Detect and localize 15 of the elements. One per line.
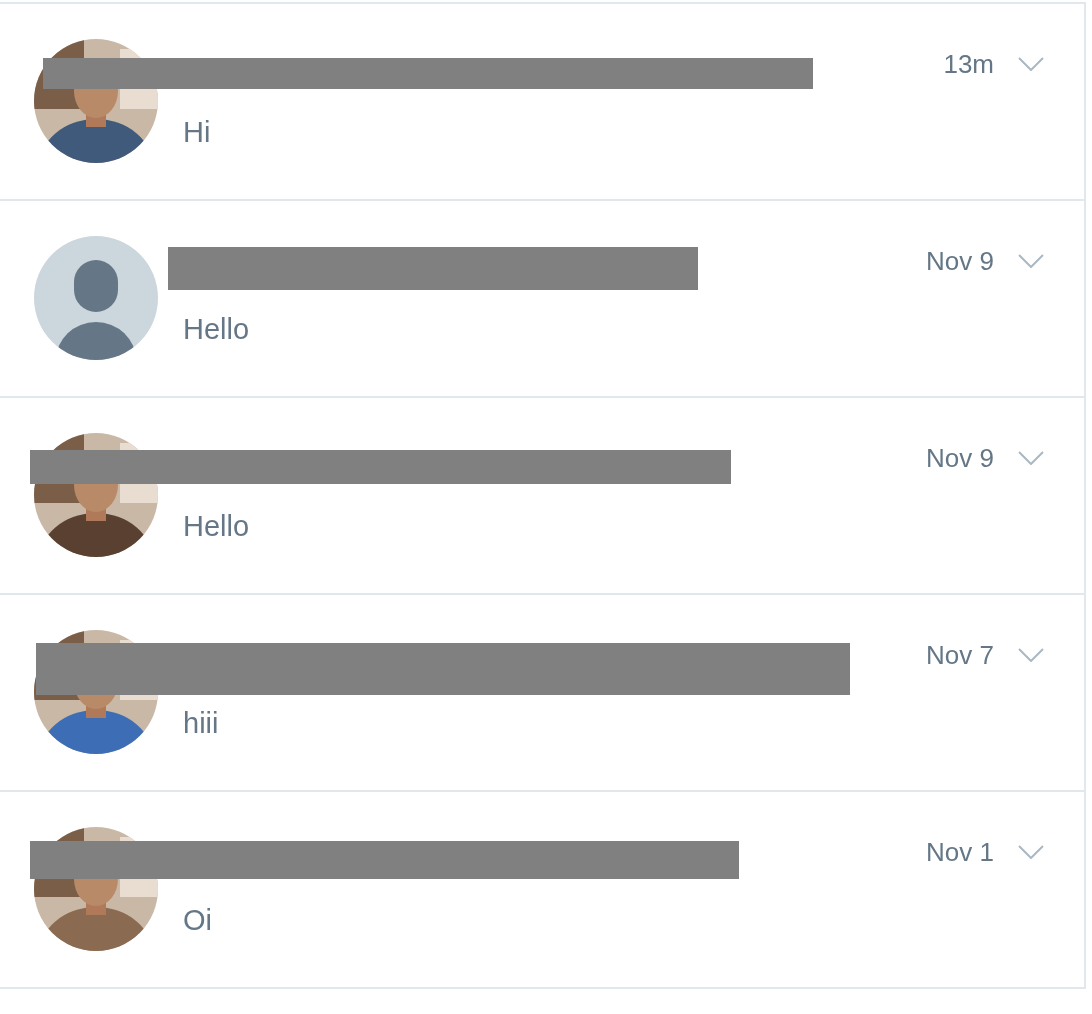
timestamp: Nov 1 — [926, 839, 994, 865]
message-preview: Hi — [183, 115, 211, 150]
message-preview: Hello — [183, 509, 250, 544]
message-preview: hiii — [183, 706, 219, 741]
chevron-down-icon[interactable] — [1018, 57, 1044, 71]
timestamp: Nov 7 — [926, 642, 994, 668]
message-preview: Oi — [183, 903, 212, 938]
chevron-down-icon[interactable] — [1018, 648, 1044, 662]
timestamp: Nov 9 — [926, 248, 994, 274]
timestamp: 13m — [943, 51, 994, 77]
chevron-down-icon[interactable] — [1018, 451, 1044, 465]
chevron-down-icon[interactable] — [1018, 254, 1044, 268]
message-preview: Hello — [183, 312, 250, 347]
chevron-down-icon[interactable] — [1018, 845, 1044, 859]
timestamp: Nov 9 — [926, 445, 994, 471]
